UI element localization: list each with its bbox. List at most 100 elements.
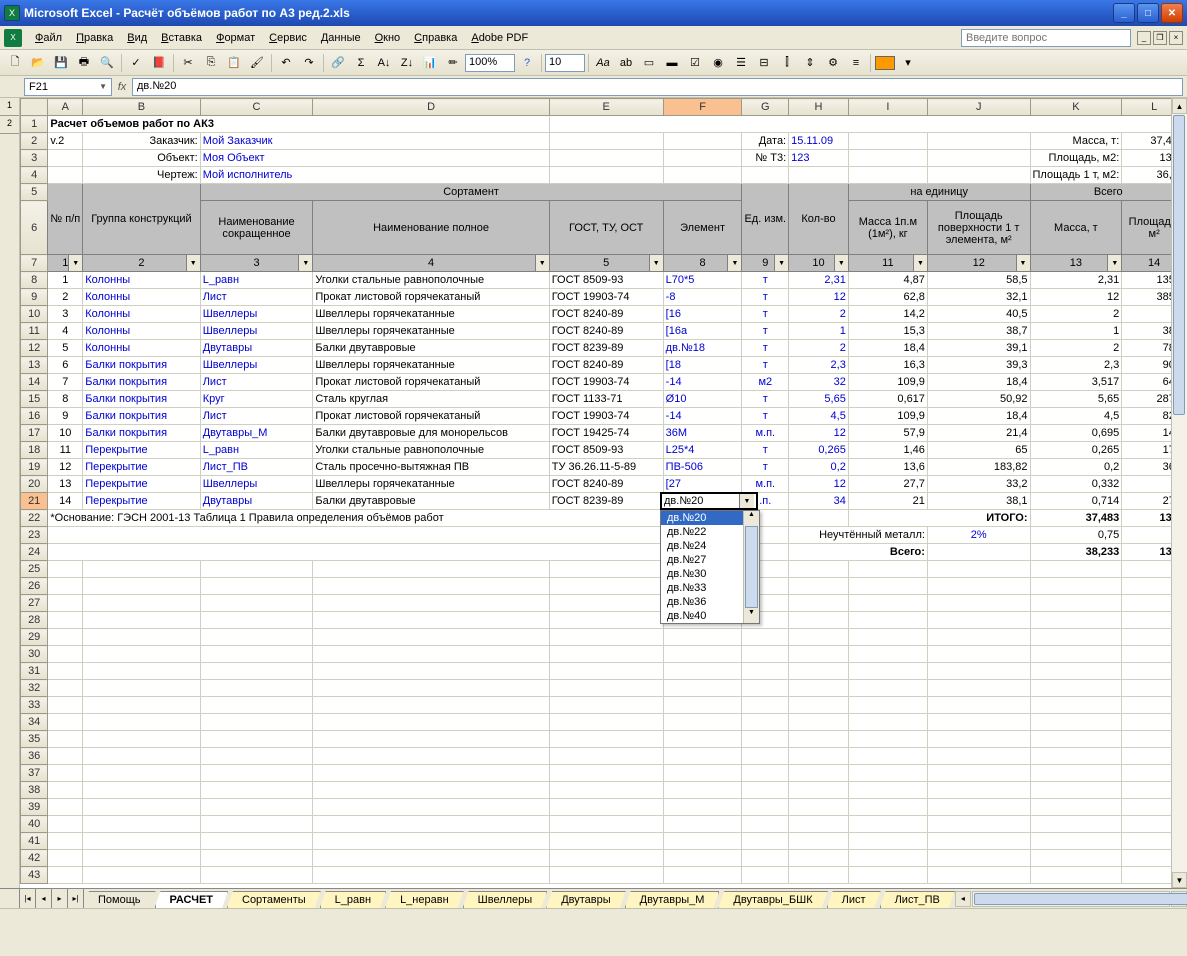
help-search[interactable] — [961, 29, 1131, 47]
filter-arrow-icon[interactable]: ▼ — [834, 255, 848, 271]
filter-5[interactable]: 5▼ — [549, 255, 663, 272]
row-header-20[interactable]: 20 — [21, 476, 48, 493]
more-button[interactable]: ▾ — [897, 52, 919, 74]
filter-2[interactable]: 2▼ — [83, 255, 200, 272]
doc-minimize-button[interactable]: _ — [1137, 31, 1151, 45]
col-header-H[interactable]: H — [789, 99, 849, 116]
spellcheck-button[interactable]: ✓ — [125, 52, 147, 74]
menu-Формат[interactable]: Формат — [209, 29, 262, 47]
dropdown-scrollbar[interactable]: ▲ ▼ — [743, 511, 759, 623]
paste-button[interactable]: 📋 — [223, 52, 245, 74]
new-button[interactable]: 🗋 — [4, 52, 26, 74]
sheet-tab[interactable]: L_равн — [320, 891, 386, 908]
row-header-15[interactable]: 15 — [21, 391, 48, 408]
menu-Данные[interactable]: Данные — [314, 29, 368, 47]
scroll-down-button[interactable]: ▼ — [1172, 872, 1187, 888]
menu-Adobe PDF[interactable]: Adobe PDF — [464, 29, 535, 47]
row-header-26[interactable]: 26 — [21, 578, 48, 595]
menu-Сервис[interactable]: Сервис — [262, 29, 314, 47]
font-size-combobox[interactable]: 10 — [545, 54, 585, 72]
filter-arrow-icon[interactable]: ▼ — [1107, 255, 1121, 271]
dropdown-option[interactable]: дв.№24 — [661, 539, 743, 553]
filter-arrow-icon[interactable]: ▼ — [535, 255, 549, 271]
row-header-17[interactable]: 17 — [21, 425, 48, 442]
filter-9[interactable]: 9▼ — [742, 255, 789, 272]
menu-Вид[interactable]: Вид — [120, 29, 154, 47]
sheet-tab[interactable]: L_неравн — [385, 891, 464, 908]
sheet-tab[interactable]: Сортаменты — [227, 891, 321, 908]
row-header-18[interactable]: 18 — [21, 442, 48, 459]
col-header-E[interactable]: E — [549, 99, 663, 116]
filter-11[interactable]: 11▼ — [848, 255, 927, 272]
row-header-3[interactable]: 3 — [21, 150, 48, 167]
hscroll-thumb[interactable] — [974, 893, 1187, 905]
checkbox-control-button[interactable]: ☑ — [684, 52, 706, 74]
filter-arrow-icon[interactable]: ▼ — [1016, 255, 1030, 271]
filter-4[interactable]: 4▼ — [313, 255, 549, 272]
zoom-combobox[interactable]: 100% — [465, 54, 515, 72]
filter-1[interactable]: 1▼ — [48, 255, 83, 272]
filter-arrow-icon[interactable]: ▼ — [298, 255, 312, 271]
row-header-34[interactable]: 34 — [21, 714, 48, 731]
sort-asc-button[interactable]: A↓ — [373, 52, 395, 74]
row-header-31[interactable]: 31 — [21, 663, 48, 680]
row-header-8[interactable]: 8 — [21, 272, 48, 289]
hyperlink-button[interactable]: 🔗 — [327, 52, 349, 74]
active-cell-dropdown[interactable]: дв.№20 ▼ — [660, 492, 758, 510]
open-button[interactable]: 📂 — [27, 52, 49, 74]
col-header-D[interactable]: D — [313, 99, 549, 116]
row-header-30[interactable]: 30 — [21, 646, 48, 663]
row-header-4[interactable]: 4 — [21, 167, 48, 184]
row-header-16[interactable]: 16 — [21, 408, 48, 425]
row-header-12[interactable]: 12 — [21, 340, 48, 357]
sheet-tab[interactable]: Швеллеры — [463, 891, 548, 908]
print-preview-button[interactable]: 🔍 — [96, 52, 118, 74]
row-header-14[interactable]: 14 — [21, 374, 48, 391]
filter-3[interactable]: 3▼ — [200, 255, 313, 272]
row-header-39[interactable]: 39 — [21, 799, 48, 816]
sheet-tab[interactable]: Двутавры_БШК — [718, 891, 827, 908]
dropdown-option[interactable]: дв.№36 — [661, 595, 743, 609]
name-box-dropdown-icon[interactable]: ▼ — [99, 82, 107, 91]
group-box-button[interactable]: ▭ — [638, 52, 660, 74]
doc-close-button[interactable]: × — [1169, 31, 1183, 45]
textbox-button[interactable]: ab — [615, 52, 637, 74]
sort-desc-button[interactable]: Z↓ — [396, 52, 418, 74]
filter-arrow-icon[interactable]: ▼ — [774, 255, 788, 271]
row-header-33[interactable]: 33 — [21, 697, 48, 714]
horizontal-scrollbar[interactable]: ◂ ▸ — [955, 889, 1187, 908]
format-painter-button[interactable]: 🖌 — [246, 52, 268, 74]
row-header-19[interactable]: 19 — [21, 459, 48, 476]
vscroll-thumb[interactable] — [1173, 115, 1185, 415]
vertical-scrollbar[interactable]: ▲ ▼ — [1171, 98, 1187, 888]
code-button[interactable]: ≡ — [845, 52, 867, 74]
filter-arrow-icon[interactable]: ▼ — [68, 255, 82, 271]
col-header-F[interactable]: F — [663, 99, 742, 116]
sheet-tab[interactable]: Лист — [827, 891, 881, 908]
sheet-tab[interactable]: Помощь — [84, 891, 156, 908]
row-header-32[interactable]: 32 — [21, 680, 48, 697]
scrollbar-control-button[interactable]: ⫿ — [776, 52, 798, 74]
row-header-27[interactable]: 27 — [21, 595, 48, 612]
row-header-11[interactable]: 11 — [21, 323, 48, 340]
row-header-7[interactable]: 7 — [21, 255, 48, 272]
col-header-G[interactable]: G — [742, 99, 789, 116]
filter-8[interactable]: 8▼ — [663, 255, 742, 272]
row-header-2[interactable]: 2 — [21, 133, 48, 150]
tab-next-button[interactable]: ▸ — [52, 889, 68, 908]
row-header-35[interactable]: 35 — [21, 731, 48, 748]
button-control-button[interactable]: ▬ — [661, 52, 683, 74]
row-header-43[interactable]: 43 — [21, 867, 48, 884]
validation-dropdown[interactable]: дв.№20дв.№22дв.№24дв.№27дв.№30дв.№33дв.№… — [660, 510, 760, 624]
cut-button[interactable]: ✂ — [177, 52, 199, 74]
col-header-I[interactable]: I — [848, 99, 927, 116]
row-header-13[interactable]: 13 — [21, 357, 48, 374]
row-header-40[interactable]: 40 — [21, 816, 48, 833]
row-header-41[interactable]: 41 — [21, 833, 48, 850]
doc-restore-button[interactable]: ❐ — [1153, 31, 1167, 45]
maximize-button[interactable]: □ — [1137, 3, 1159, 23]
option-control-button[interactable]: ◉ — [707, 52, 729, 74]
redo-button[interactable]: ↷ — [298, 52, 320, 74]
properties-button[interactable]: ⚙ — [822, 52, 844, 74]
dropdown-option[interactable]: дв.№40 — [661, 609, 743, 623]
